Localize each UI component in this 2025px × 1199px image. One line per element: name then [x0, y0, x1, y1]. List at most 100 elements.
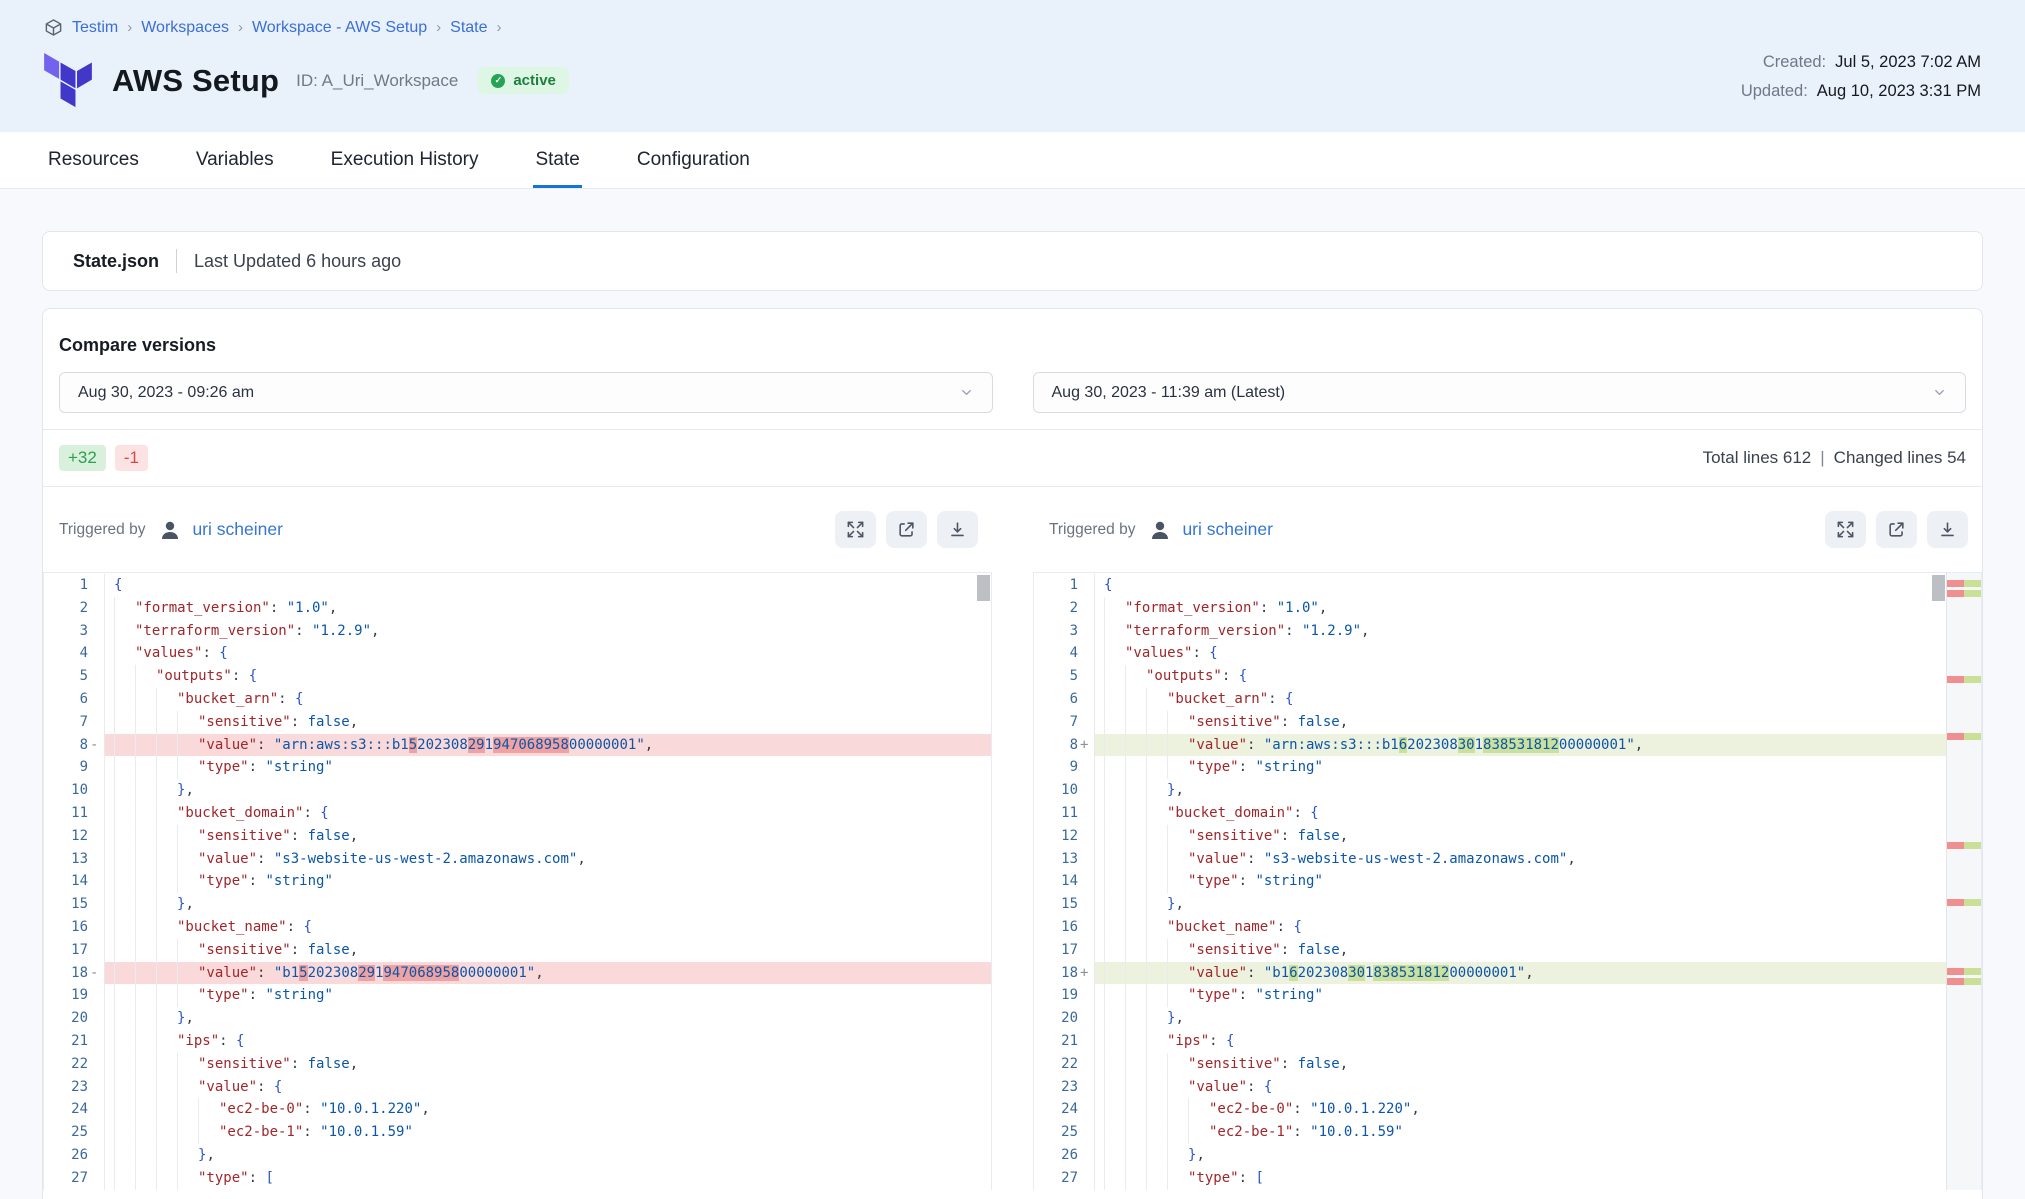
panel-header-right: Triggered by uri scheiner [1033, 487, 1982, 572]
line-counts: Total lines 612 | Changed lines 54 [1703, 448, 1966, 468]
tab-resources[interactable]: Resources [46, 132, 141, 188]
code-line: 25"ec2-be-1": "10.0.1.59" [44, 1121, 991, 1144]
code-line: 12"sensitive": false, [1034, 825, 1981, 848]
breadcrumb-link-workspace-aws-setup[interactable]: Workspace - AWS Setup [252, 19, 427, 37]
code-line: 14"type": "string" [44, 870, 991, 893]
workspace-meta: Created: Jul 5, 2023 7:02 AM Updated: Au… [1741, 53, 1981, 101]
code-line: 15}, [1034, 893, 1981, 916]
code-line: 11"bucket_domain": { [44, 802, 991, 825]
status-check-icon: ✓ [491, 74, 505, 88]
scrollbar-thumb[interactable] [1932, 575, 1945, 601]
code-line: 20}, [44, 1007, 991, 1030]
tab-configuration[interactable]: Configuration [635, 132, 752, 188]
chevron-down-icon [1932, 385, 1947, 400]
download-icon[interactable] [937, 511, 978, 548]
code-line: 14"type": "string" [1034, 870, 1981, 893]
code-line: 17"sensitive": false, [1034, 939, 1981, 962]
code-line: 19"type": "string" [44, 984, 991, 1007]
tab-execution-history[interactable]: Execution History [329, 132, 481, 188]
state-file-name: State.json [73, 251, 159, 272]
diff-ruler-mark [1947, 676, 1981, 683]
scrollbar[interactable] [976, 573, 991, 1190]
code-line: 10}, [1034, 779, 1981, 802]
divider [176, 249, 177, 273]
code-line: 6"bucket_arn": { [1034, 688, 1981, 711]
status-badge: ✓ active [478, 67, 569, 94]
breadcrumb-link-testim[interactable]: Testim [72, 19, 118, 37]
download-icon[interactable] [1927, 511, 1968, 548]
code-line: 7"sensitive": false, [44, 711, 991, 734]
triggered-by-user-link[interactable]: uri scheiner [1182, 519, 1272, 540]
panel-header-left: Triggered by uri scheiner [43, 487, 992, 572]
code-line: 16"bucket_name": { [1034, 916, 1981, 939]
code-line: 13"value": "s3-website-us-west-2.amazona… [44, 848, 991, 871]
updated-label: Updated: [1741, 82, 1808, 101]
code-editor-left[interactable]: 1{2"format_version": "1.0",3"terraform_v… [43, 572, 992, 1190]
open-external-icon[interactable] [886, 511, 927, 548]
triggered-by-user-link[interactable]: uri scheiner [192, 519, 282, 540]
terraform-logo-icon [44, 53, 92, 108]
code-line: 11"bucket_domain": { [1034, 802, 1981, 825]
page-title: AWS Setup [112, 63, 279, 99]
code-line: 23"value": { [44, 1076, 991, 1099]
breadcrumb: Testim › Workspaces › Workspace - AWS Se… [44, 18, 1981, 37]
diff-stats-row: +32 -1 Total lines 612 | Changed lines 5… [43, 430, 1982, 486]
code-line: 8+"value": "arn:aws:s3:::b16202308301838… [1034, 734, 1981, 757]
diff-ruler-mark [1947, 968, 1981, 975]
diff-ruler-mark [1947, 580, 1981, 587]
code-line: 7"sensitive": false, [1034, 711, 1981, 734]
additions-badge: +32 [59, 445, 106, 471]
diff-panel-right: Triggered by uri scheiner [1033, 487, 1982, 1190]
code-line: 16"bucket_name": { [44, 916, 991, 939]
page-header: Testim › Workspaces › Workspace - AWS Se… [0, 0, 2025, 132]
code-line: 17"sensitive": false, [44, 939, 991, 962]
workspace-id: ID: A_Uri_Workspace [296, 71, 458, 91]
code-line: 23"value": { [1034, 1076, 1981, 1099]
tab-bar: Resources Variables Execution History St… [0, 132, 2025, 189]
triggered-by-label: Triggered by [1049, 521, 1135, 539]
diff-overview-ruler[interactable] [1946, 573, 1981, 1190]
avatar-icon [1148, 518, 1172, 542]
expand-icon[interactable] [835, 511, 876, 548]
version-select-right[interactable]: Aug 30, 2023 - 11:39 am (Latest) [1033, 372, 1967, 413]
code-line: 26}, [1034, 1144, 1981, 1167]
tab-variables[interactable]: Variables [194, 132, 276, 188]
scrollbar-thumb[interactable] [977, 575, 990, 601]
code-line: 27"type": [ [44, 1167, 991, 1190]
open-external-icon[interactable] [1876, 511, 1917, 548]
code-line: 27"type": [ [1034, 1167, 1981, 1190]
code-line: 9"type": "string" [44, 756, 991, 779]
code-line: 4"values": { [44, 642, 991, 665]
code-line: 24"ec2-be-0": "10.0.1.220", [1034, 1098, 1981, 1121]
code-editor-right[interactable]: 1{2"format_version": "1.0",3"terraform_v… [1033, 572, 1982, 1190]
diff-ruler-mark [1947, 590, 1981, 597]
code-line: 24"ec2-be-0": "10.0.1.220", [44, 1098, 991, 1121]
tab-state[interactable]: State [533, 132, 581, 188]
breadcrumb-separator: › [238, 19, 243, 36]
code-line: 2"format_version": "1.0", [44, 597, 991, 620]
diff-ruler-mark [1947, 842, 1981, 849]
compare-versions-card: Compare versions Aug 30, 2023 - 09:26 am… [42, 308, 1983, 1199]
code-line: 1{ [1034, 574, 1981, 597]
scrollbar[interactable] [1931, 573, 1946, 1190]
code-line: 2"format_version": "1.0", [1034, 597, 1981, 620]
breadcrumb-separator: › [497, 19, 502, 36]
code-line: 22"sensitive": false, [44, 1053, 991, 1076]
code-line: 12"sensitive": false, [44, 825, 991, 848]
compare-versions-title: Compare versions [59, 335, 1966, 356]
code-line: 25"ec2-be-1": "10.0.1.59" [1034, 1121, 1981, 1144]
code-line: 4"values": { [1034, 642, 1981, 665]
version-select-right-value: Aug 30, 2023 - 11:39 am (Latest) [1052, 384, 1286, 402]
code-line: 19"type": "string" [1034, 984, 1981, 1007]
breadcrumb-link-workspaces[interactable]: Workspaces [141, 19, 229, 37]
expand-icon[interactable] [1825, 511, 1866, 548]
code-line: 3"terraform_version": "1.2.9", [1034, 620, 1981, 643]
version-select-left-value: Aug 30, 2023 - 09:26 am [78, 384, 254, 402]
deletions-badge: -1 [115, 445, 148, 471]
breadcrumb-link-state[interactable]: State [450, 19, 487, 37]
version-select-left[interactable]: Aug 30, 2023 - 09:26 am [59, 372, 993, 413]
breadcrumb-separator: › [436, 19, 441, 36]
code-line: 6"bucket_arn": { [44, 688, 991, 711]
code-line: 9"type": "string" [1034, 756, 1981, 779]
diff-ruler-mark [1947, 733, 1981, 740]
